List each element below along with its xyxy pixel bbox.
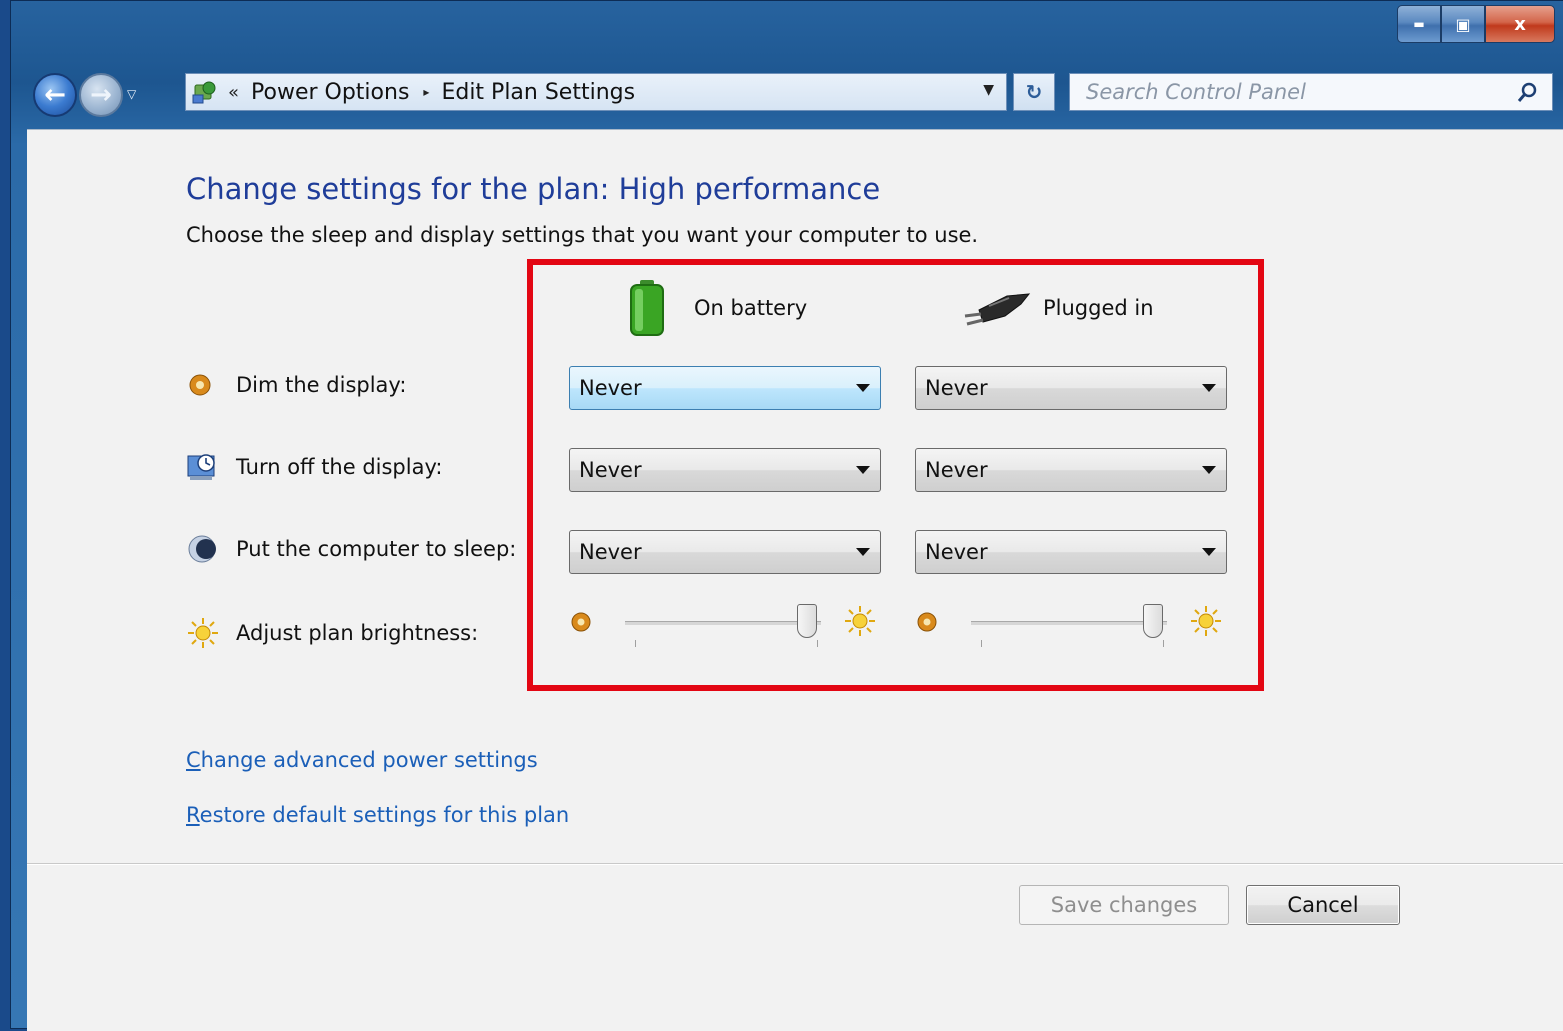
slider-track[interactable] <box>625 621 821 625</box>
chevron-down-icon <box>1202 548 1216 556</box>
column-header-on-battery: On battery <box>627 278 807 338</box>
setting-label: Dim the display: <box>236 373 407 397</box>
search-box[interactable] <box>1069 73 1553 111</box>
slider-tick <box>635 640 636 647</box>
maximize-icon: ▣ <box>1455 14 1471 34</box>
setting-label: Put the computer to sleep: <box>236 537 517 561</box>
setting-brightness: Adjust plan brightness: <box>186 618 478 648</box>
recent-pages-dropdown[interactable]: ▽ <box>127 87 136 101</box>
turn-off-display-battery-select[interactable]: Never <box>569 448 881 492</box>
slider-tick <box>817 640 818 647</box>
setting-turn-off-display: Turn off the display: <box>186 452 442 482</box>
plugged-in-label: Plugged in <box>1043 296 1154 320</box>
chevron-down-icon <box>856 384 870 392</box>
setting-sleep: Put the computer to sleep: <box>186 534 516 564</box>
save-changes-button[interactable]: Save changes <box>1019 885 1229 925</box>
window-controls: ▬ ▣ x <box>1397 5 1555 43</box>
cancel-button[interactable]: Cancel <box>1246 885 1400 925</box>
chevron-down-icon <box>856 548 870 556</box>
battery-icon <box>630 280 664 336</box>
back-arrow-icon: ← <box>44 80 66 110</box>
maximize-button[interactable]: ▣ <box>1441 5 1485 43</box>
back-button[interactable]: ← <box>33 73 77 117</box>
page-description: Choose the sleep and display settings th… <box>186 223 979 247</box>
chevron-down-icon <box>1202 384 1216 392</box>
search-icon[interactable] <box>1516 80 1540 108</box>
minimize-button[interactable]: ▬ <box>1397 5 1441 43</box>
setting-label: Adjust plan brightness: <box>236 621 479 645</box>
breadcrumb-power-options[interactable]: Power Options <box>251 80 409 105</box>
slider-tick <box>981 640 982 647</box>
address-overflow-chevron[interactable]: « <box>228 82 239 103</box>
control-panel-icon <box>190 79 220 105</box>
refresh-button[interactable]: ↻ <box>1013 73 1055 111</box>
breadcrumb-separator-icon[interactable]: ▸ <box>423 85 429 99</box>
bright-brightness-icon <box>845 606 875 636</box>
setting-dim-display: Dim the display: <box>186 370 406 400</box>
slider-thumb[interactable] <box>1143 604 1164 638</box>
dim-brightness-icon <box>571 612 591 632</box>
link-text: estore default settings for this plan <box>199 803 570 827</box>
slider-track[interactable] <box>971 621 1167 625</box>
change-advanced-settings-link[interactable]: Change advanced power settings <box>186 748 538 772</box>
chevron-down-icon <box>856 466 870 474</box>
page-title: Change settings for the plan: High perfo… <box>186 172 881 206</box>
dim-display-plugged-select[interactable]: Never <box>915 366 1227 410</box>
column-header-plugged-in: Plugged in <box>961 288 1154 328</box>
on-battery-label: On battery <box>694 296 808 320</box>
dim-display-icon <box>186 370 220 400</box>
forward-arrow-icon: → <box>90 80 112 110</box>
select-value: Never <box>579 458 642 482</box>
minimize-icon: ▬ <box>1413 17 1425 31</box>
access-key-letter: R <box>186 803 200 827</box>
select-value: Never <box>579 376 642 400</box>
brightness-battery-slider[interactable] <box>569 600 881 647</box>
select-value: Never <box>579 540 642 564</box>
select-value: Never <box>925 458 988 482</box>
breadcrumb-edit-plan-settings[interactable]: Edit Plan Settings <box>441 80 635 105</box>
sleep-plugged-select[interactable]: Never <box>915 530 1227 574</box>
navigation-bar: ← → ▽ « Power Options ▸ Edit Plan Settin… <box>33 69 1553 119</box>
setting-label: Turn off the display: <box>236 455 443 479</box>
forward-button[interactable]: → <box>79 73 123 117</box>
refresh-icon: ↻ <box>1025 80 1043 104</box>
address-history-dropdown[interactable]: ▼ <box>983 82 994 98</box>
power-plug-icon <box>964 293 1031 326</box>
address-bar[interactable]: « Power Options ▸ Edit Plan Settings ▼ <box>185 73 1007 111</box>
search-input[interactable] <box>1084 79 1508 105</box>
sleep-battery-select[interactable]: Never <box>569 530 881 574</box>
dim-display-battery-select[interactable]: Never <box>569 366 881 410</box>
link-text: hange advanced power settings <box>200 748 538 772</box>
turn-off-display-plugged-select[interactable]: Never <box>915 448 1227 492</box>
slider-tick <box>1163 640 1164 647</box>
sleep-moon-icon <box>186 534 220 564</box>
select-value: Never <box>925 376 988 400</box>
slider-thumb[interactable] <box>797 604 818 638</box>
select-value: Never <box>925 540 988 564</box>
brightness-plugged-slider[interactable] <box>915 600 1227 647</box>
footer-divider <box>27 863 1563 865</box>
monitor-clock-icon <box>186 452 220 482</box>
close-icon: x <box>1514 13 1526 35</box>
bright-brightness-icon <box>1191 606 1221 636</box>
content-pane: Change settings for the plan: High perfo… <box>27 129 1563 1031</box>
control-panel-window: ▬ ▣ x ← → ▽ « Power Options ▸ Edit Plan … <box>10 0 1563 1031</box>
restore-defaults-link[interactable]: Restore default settings for this plan <box>186 803 569 827</box>
close-button[interactable]: x <box>1485 5 1555 43</box>
dim-brightness-icon <box>917 612 937 632</box>
chevron-down-icon <box>1202 466 1216 474</box>
brightness-sun-icon <box>186 618 220 648</box>
access-key-letter: C <box>186 748 201 772</box>
